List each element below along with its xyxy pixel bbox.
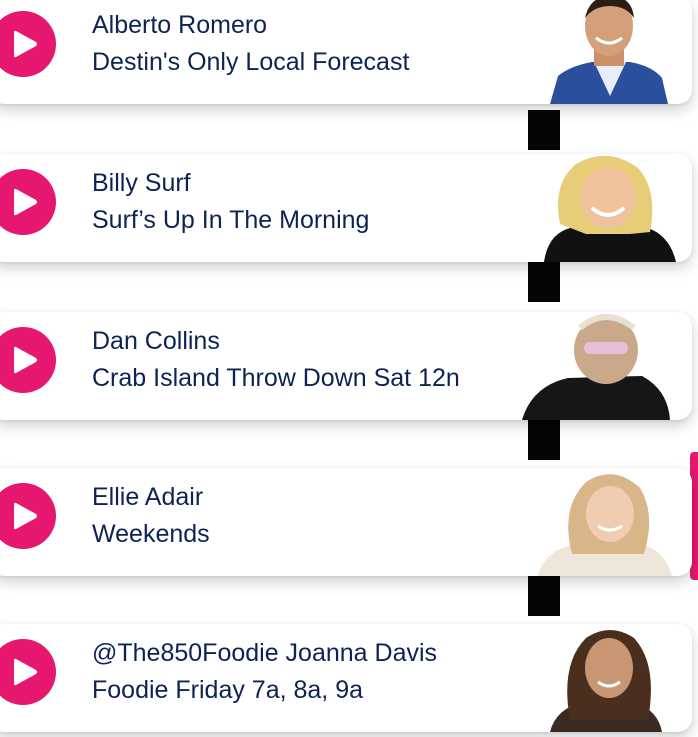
play-icon (14, 658, 37, 686)
host-name: Billy Surf (92, 169, 191, 197)
show-title: Foodie Friday 7a, 8a, 9a (92, 676, 363, 704)
play-icon (14, 502, 37, 530)
play-button[interactable] (0, 169, 56, 235)
host-card-ellie-adair[interactable]: Ellie Adair Weekends (0, 468, 692, 576)
show-title: Crab Island Throw Down Sat 12n (92, 364, 460, 392)
host-name: Ellie Adair (92, 483, 204, 511)
host-photo (530, 624, 678, 732)
divider-bar (528, 576, 560, 616)
show-title: Surf’s Up In The Morning (92, 206, 370, 234)
host-card-billy-surf[interactable]: Billy Surf Surf’s Up In The Morning (0, 154, 692, 262)
divider-bar (528, 262, 560, 302)
host-card-joanna-davis[interactable]: @The850Foodie Joanna Davis Foodie Friday… (0, 624, 692, 732)
host-name: Dan Collins (92, 327, 220, 355)
host-photo (530, 468, 678, 576)
host-name: Alberto Romero (92, 11, 268, 39)
play-button[interactable] (0, 11, 56, 77)
divider-bar (528, 110, 560, 150)
play-icon (14, 188, 37, 216)
divider-bar (528, 420, 560, 460)
play-icon (14, 346, 37, 374)
play-icon (14, 30, 37, 58)
show-title: Weekends (92, 520, 210, 548)
host-photo (522, 312, 670, 420)
play-button[interactable] (0, 327, 56, 393)
host-name: @The850Foodie Joanna Davis (92, 639, 438, 667)
host-photo (530, 154, 678, 262)
show-title: Destin's Only Local Forecast (92, 48, 410, 76)
host-card-dan-collins[interactable]: Dan Collins Crab Island Throw Down Sat 1… (0, 312, 692, 420)
host-photo (530, 0, 678, 104)
play-button[interactable] (0, 483, 56, 549)
host-card-alberto-romero[interactable]: Alberto Romero Destin's Only Local Forec… (0, 0, 692, 104)
play-button[interactable] (0, 639, 56, 705)
